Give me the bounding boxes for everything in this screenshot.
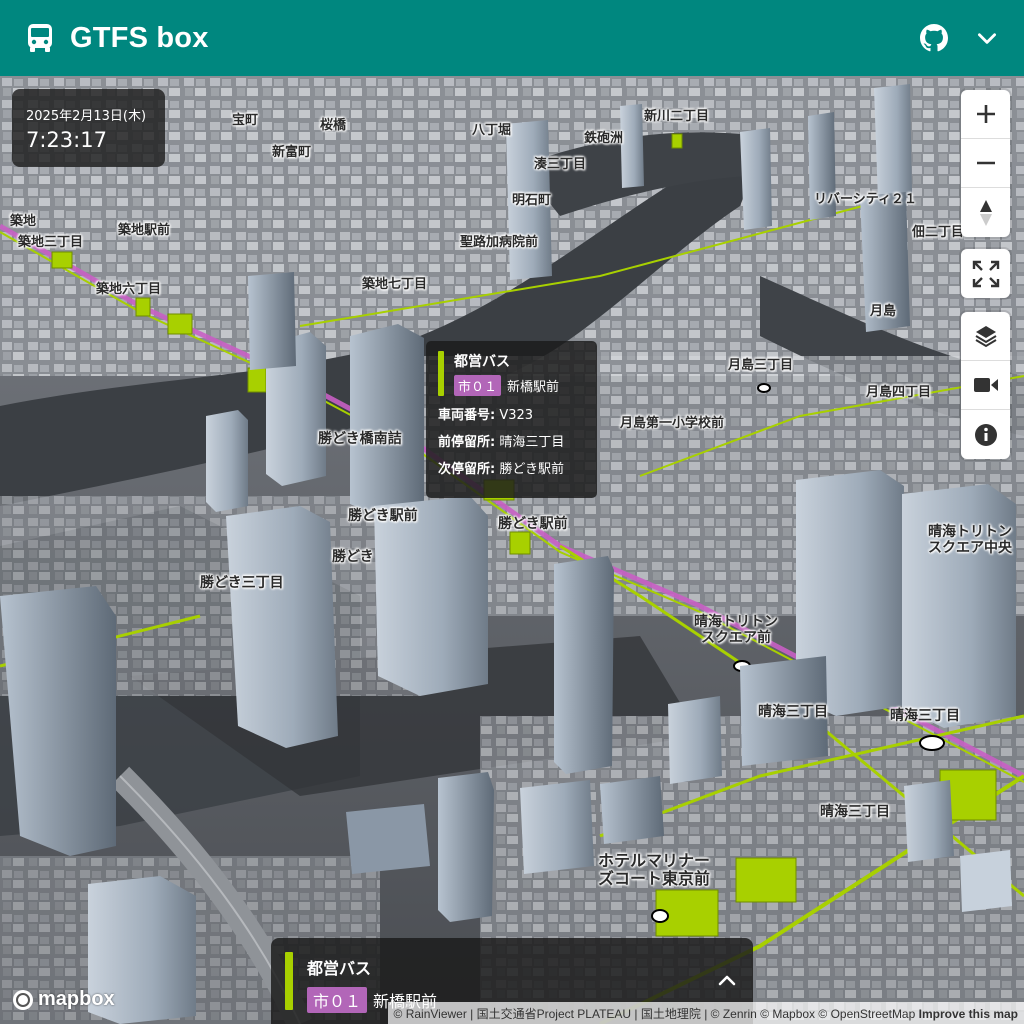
map-label: 明石町 xyxy=(512,193,552,208)
map-label: 勝どき三丁目 xyxy=(200,575,284,591)
clock-time: 7:23:17 xyxy=(26,128,107,152)
map-label: 勝どき橋南詰 xyxy=(318,431,402,447)
map-label: 月島三丁目 xyxy=(728,358,794,373)
expand-chevron-up-icon[interactable] xyxy=(715,968,739,996)
map-label: 桜橋 xyxy=(320,118,347,133)
map-label: 勝どき駅前 xyxy=(348,508,418,524)
map-label: 勝どき xyxy=(332,549,374,565)
bus-icon xyxy=(24,22,56,54)
info-button[interactable] xyxy=(961,410,1010,459)
map-label: 晴海トリトン スクエア前 xyxy=(694,614,778,647)
vehicle-popup: 都営バス 市０１ 新橋駅前 車両番号: V323 前停留所: 晴海三丁目 次停留… xyxy=(426,341,597,498)
map-label: 八丁堀 xyxy=(472,123,512,138)
map-label: 月島第一小学校前 xyxy=(620,416,725,431)
map-label: 月島四丁目 xyxy=(866,385,932,400)
app-title: GTFS box xyxy=(70,21,209,54)
popup-agency: 都営バス xyxy=(454,354,510,370)
map-label: 晴海三丁目 xyxy=(758,704,828,720)
fullscreen-button[interactable] xyxy=(961,249,1010,298)
map-label: 晴海トリトン スクエア中央 xyxy=(928,524,1012,557)
popup-prev-stop-row: 前停留所: 晴海三丁目 xyxy=(438,435,565,450)
layers-icon xyxy=(974,326,997,348)
panel-agency: 都営バス xyxy=(307,959,372,978)
map-label: 新川二丁目 xyxy=(644,109,710,124)
fullscreen-control xyxy=(961,249,1010,298)
plus-icon xyxy=(976,105,995,123)
map-canvas[interactable]: 築地 築地三丁目 築地駅前 築地六丁目 築地七丁目 聖路加病院前 明石町 湊三丁… xyxy=(0,76,1024,1024)
agency-color-bar xyxy=(438,351,444,396)
minus-icon xyxy=(976,161,995,165)
map-label: 新富町 xyxy=(272,145,312,160)
map-label: 晴海三丁目 xyxy=(820,804,890,820)
app-header: GTFS box xyxy=(0,0,1024,76)
github-icon[interactable] xyxy=(920,24,948,52)
map-label: 勝どき駅前 xyxy=(498,516,568,532)
map-label: 月島 xyxy=(870,304,897,319)
map-label: ホテルマリナー ズコート東京前 xyxy=(598,851,711,889)
map-label: 築地 xyxy=(10,214,37,229)
map-label: 築地駅前 xyxy=(118,223,171,238)
improve-map-link[interactable]: Improve this map xyxy=(919,1007,1018,1021)
navigation-control xyxy=(961,90,1010,237)
mapbox-logo[interactable]: mapbox xyxy=(12,988,115,1011)
compass-button[interactable] xyxy=(961,188,1010,237)
compass-icon xyxy=(979,199,992,226)
popup-vehicle-row: 車両番号: V323 xyxy=(438,408,534,423)
info-icon xyxy=(974,423,997,446)
map-label: 佃二丁目 xyxy=(912,225,965,240)
panel-route-badge: 市０１ xyxy=(307,987,368,1013)
map-label: 聖路加病院前 xyxy=(460,235,539,250)
agency-color-bar xyxy=(285,952,293,1010)
map-label: 築地七丁目 xyxy=(362,277,428,292)
clock-date: 2025年2月13日(木) xyxy=(26,109,147,124)
clock-panel: 2025年2月13日(木) 7:23:17 xyxy=(12,89,165,167)
fullscreen-icon xyxy=(972,260,999,287)
map-label: 晴海三丁目 xyxy=(890,708,960,724)
map-attribution: © RainViewer | 国土交通省Project PLATEAU | 国土… xyxy=(387,1002,1024,1024)
map-label: 築地三丁目 xyxy=(18,235,84,250)
tracking-camera-button[interactable] xyxy=(961,361,1010,410)
map-label: 築地六丁目 xyxy=(96,282,162,297)
mapbox-logo-icon xyxy=(13,989,33,1010)
layers-button[interactable] xyxy=(961,312,1010,361)
zoom-out-button[interactable] xyxy=(961,139,1010,188)
popup-route-badge: 市０１ xyxy=(454,375,502,396)
video-camera-icon xyxy=(973,378,998,392)
popup-next-stop-row: 次停留所: 勝どき駅前 xyxy=(438,462,564,477)
map-label: 鉄砲洲 xyxy=(584,131,624,146)
brand[interactable]: GTFS box xyxy=(24,22,209,55)
attribution-text[interactable]: © RainViewer | 国土交通省Project PLATEAU | 国土… xyxy=(394,1007,916,1021)
popup-headsign: 新橋駅前 xyxy=(507,380,560,395)
map-label: リバーシティ２１ xyxy=(814,192,917,207)
map-label: 湊三丁目 xyxy=(534,157,587,172)
map-label: 宝町 xyxy=(232,113,259,128)
extra-controls xyxy=(961,312,1010,459)
map-3d-scene xyxy=(0,76,1024,1024)
menu-toggle-chevron-down-icon[interactable] xyxy=(974,25,1000,51)
zoom-in-button[interactable] xyxy=(961,90,1010,139)
